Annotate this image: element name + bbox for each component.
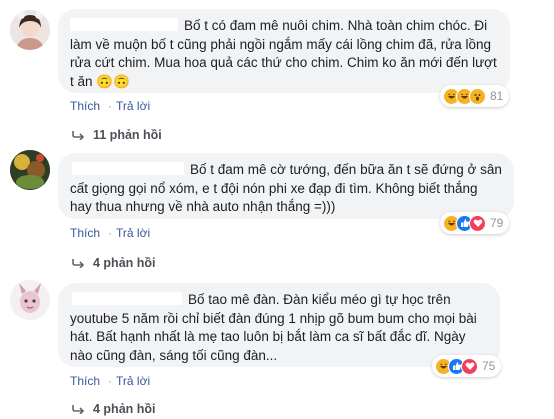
replies-count: 11 phản hồi bbox=[93, 128, 162, 142]
love-icon bbox=[469, 214, 486, 232]
reply-arrow-icon bbox=[72, 258, 85, 268]
like-link[interactable]: Thích bbox=[70, 226, 100, 240]
reaction-count: 75 bbox=[482, 359, 496, 373]
author-name[interactable] bbox=[72, 162, 184, 175]
author-name[interactable] bbox=[70, 18, 178, 31]
comment-actions: Thích · Trả lời bbox=[70, 99, 154, 113]
like-link[interactable]: Thích bbox=[70, 374, 100, 388]
avatar[interactable] bbox=[10, 150, 50, 190]
avatar[interactable] bbox=[10, 10, 50, 50]
replies-count: 4 phản hồi bbox=[93, 402, 156, 416]
replies-toggle[interactable]: 4 phản hồi bbox=[72, 256, 156, 270]
like-link[interactable]: Thích bbox=[70, 99, 100, 113]
love-icon bbox=[461, 357, 478, 375]
separator: · bbox=[108, 374, 113, 388]
replies-toggle[interactable]: 11 phản hồi bbox=[72, 128, 162, 142]
reaction-summary[interactable]: 79 bbox=[440, 212, 510, 234]
reaction-summary[interactable]: 81 bbox=[440, 85, 510, 107]
author-name[interactable] bbox=[72, 292, 182, 305]
comment-bubble: Bố tao mê đàn. Đàn kiểu méo gì tự học tr… bbox=[58, 283, 500, 367]
comment-bubble: Bố t đam mê cờ tướng, đến bữa ăn t sẽ đứ… bbox=[58, 153, 514, 219]
reply-link[interactable]: Trả lời bbox=[116, 99, 150, 113]
separator: · bbox=[108, 226, 113, 240]
replies-count: 4 phản hồi bbox=[93, 256, 156, 270]
wow-icon bbox=[469, 87, 486, 105]
reply-link[interactable]: Trả lời bbox=[116, 374, 150, 388]
avatar[interactable] bbox=[10, 280, 50, 320]
comment-actions: Thích · Trả lời bbox=[70, 374, 154, 388]
comment-bubble: Bố t có đam mê nuôi chim. Nhà toàn chim … bbox=[58, 9, 510, 93]
reply-arrow-icon bbox=[72, 130, 85, 140]
reaction-count: 79 bbox=[490, 216, 504, 230]
replies-toggle[interactable]: 4 phản hồi bbox=[72, 402, 156, 416]
reply-arrow-icon bbox=[72, 404, 85, 414]
reaction-summary[interactable]: 75 bbox=[432, 355, 502, 377]
reply-link[interactable]: Trả lời bbox=[116, 226, 150, 240]
separator: · bbox=[108, 99, 113, 113]
reaction-count: 81 bbox=[490, 89, 504, 103]
comment-actions: Thích · Trả lời bbox=[70, 226, 154, 240]
